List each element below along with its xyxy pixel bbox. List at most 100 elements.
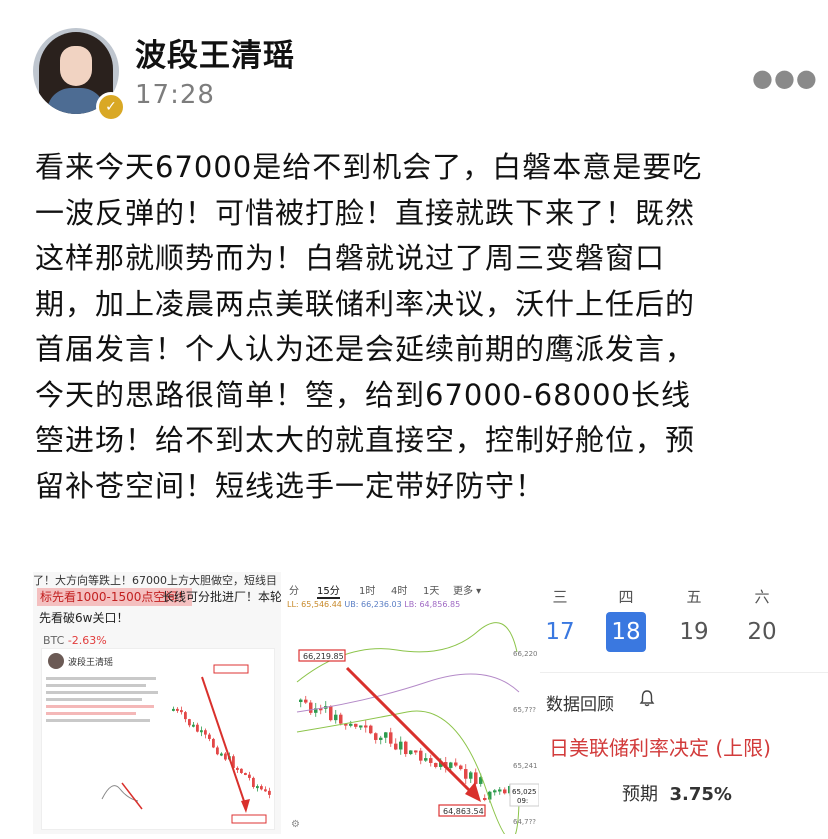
candle-body <box>434 762 438 767</box>
candle-body <box>429 758 433 763</box>
candle-body <box>464 769 468 779</box>
weekday-label: 五 <box>686 588 702 606</box>
forecast-value: 3.75% <box>669 784 732 805</box>
candle-body <box>236 767 239 770</box>
axis-label: 66,220 <box>513 650 538 658</box>
post-line: 留补苍空间！短线选手一定带好防守！ <box>35 468 546 503</box>
candle-body <box>224 753 227 760</box>
candle-body <box>256 786 259 789</box>
candle-body <box>240 768 243 773</box>
post-text: 看来今天67000是给不到机会了，白磐本意是要吃 一波反弹的！可惜被打脸！直接就… <box>35 145 795 509</box>
candle-body <box>379 737 383 740</box>
post-line: 一波反弹的！可惜被打脸！直接就跌下来了！既然 <box>35 195 696 230</box>
candle-body <box>172 708 175 711</box>
attached-image-2[interactable]: 分 15分 1时 4时 1天 更多 ▾ LL: 65,546.44 UB: 66… <box>287 572 539 834</box>
attached-image-1[interactable]: 了！大方向等跌上！67000上方大胆做空，短线目 标先看1000-1500点空间… <box>33 572 281 834</box>
candle-body <box>204 730 207 735</box>
candle-body <box>264 789 267 792</box>
candle-body <box>454 762 458 766</box>
candle-body <box>180 710 183 713</box>
candle-body <box>354 723 358 727</box>
candle-body <box>359 725 363 728</box>
candle-body <box>220 753 223 756</box>
candle-body <box>244 772 247 775</box>
candle-body <box>268 790 271 795</box>
candle-body <box>384 732 388 738</box>
candle-body <box>374 733 378 740</box>
candle-body <box>304 699 308 703</box>
calendar-day[interactable]: 17 <box>540 612 580 652</box>
forecast-label: 预期 <box>622 784 658 805</box>
calendar-day[interactable]: 20 <box>742 612 782 652</box>
image1-top-text: 了！大方向等跌上！67000上方大胆做空，短线目 <box>33 574 277 586</box>
candle-body <box>252 777 255 788</box>
candle-body <box>309 702 313 713</box>
attached-image-3[interactable]: 三 四 五 六 17 18 19 20 数据回顾 日美联储利率决定 (上限) 预… <box>540 572 828 834</box>
candle-body <box>216 747 219 755</box>
author-name[interactable]: 波段王清瑶 <box>135 30 295 75</box>
candle-body <box>329 706 333 721</box>
mini-candlestick-chart <box>101 664 271 824</box>
axis-label: 64,7?? <box>513 818 536 826</box>
candle-body <box>399 741 403 750</box>
screenshot-card: 波段王清瑶 <box>41 648 275 830</box>
candle-body <box>369 725 373 734</box>
candle-body <box>188 719 191 726</box>
candle-body <box>192 724 195 727</box>
post-header: ✓ 波段王清瑶 17:28 ●●● <box>0 0 828 130</box>
candle-body <box>334 714 338 721</box>
candle-body <box>409 750 413 755</box>
candle-body <box>414 750 418 753</box>
candle-body <box>503 789 507 794</box>
candle-body <box>349 723 353 726</box>
axis-label: 65,241 <box>513 762 538 770</box>
candle-body <box>498 789 502 792</box>
calendar-day[interactable]: 19 <box>674 612 714 652</box>
last-price-time: 09: <box>517 797 528 805</box>
calendar-day-selected[interactable]: 18 <box>606 612 646 652</box>
price-tag-top: 66,219.85 <box>303 652 344 661</box>
forecast: 预期 3.75% <box>622 780 732 806</box>
candlestick-chart: 66,219.85 64,863.54 66,220 65,7?? 65,241… <box>296 622 539 834</box>
weekday-label: 四 <box>618 588 634 606</box>
check-badge-icon: ✓ <box>96 92 126 122</box>
post-line: 看来今天67000是给不到机会了，白磐本意是要吃 <box>35 150 703 184</box>
ticker-name: BTC <box>43 634 65 647</box>
settings-icon[interactable]: ⚙ <box>291 819 300 830</box>
candle-body <box>339 714 343 724</box>
weekday-label: 三 <box>552 588 568 606</box>
candle-body <box>208 734 211 739</box>
event-title: 日美联储利率决定 (上限) <box>549 736 771 760</box>
candle-body <box>389 732 393 744</box>
axis-label: 65,7?? <box>513 706 536 714</box>
candle-body <box>248 774 251 778</box>
review-label: 数据回顾 <box>546 695 614 715</box>
candle-body <box>449 762 453 768</box>
candle-body <box>469 772 473 779</box>
more-dots-icon[interactable]: ●●● <box>752 64 818 92</box>
post-line: 箜进场！给不到太大的就直接空，控制好舱位，预 <box>35 423 696 457</box>
candle-body <box>404 741 408 755</box>
candle-body <box>419 750 423 761</box>
post-line: 首届发言！个人认为还是会延续前期的鹰派发言， <box>35 332 696 366</box>
candle-body <box>299 699 303 702</box>
image1-text: 先看破6w关口！ <box>39 611 129 625</box>
price-tag-bottom: 64,863.54 <box>443 807 484 816</box>
weekday-label: 六 <box>754 588 770 606</box>
candle-body <box>260 786 263 790</box>
candle-body <box>474 772 478 784</box>
post-line: 这样那就顺势而为！白磐就说过了周三变磐窗口 <box>35 241 666 275</box>
candle-body <box>184 712 187 720</box>
post-time: 17:28 <box>135 80 215 110</box>
post-line: 期，加上凌晨两点美联储利率决议，沃什上任后的 <box>35 286 696 321</box>
ticker-label: BTC -2.63% <box>43 634 107 647</box>
divider <box>540 672 828 673</box>
candle-body <box>459 765 463 770</box>
bell-icon[interactable] <box>639 689 655 707</box>
candle-body <box>212 738 215 748</box>
image1-text: 长线可分批进厂！本轮 <box>162 590 281 604</box>
post-line: 今天的思路很简单！箜，给到67000-68000长线 <box>35 377 691 412</box>
last-price: 65,025 <box>512 788 537 796</box>
candle-body <box>483 798 487 800</box>
candle-body <box>424 758 428 761</box>
